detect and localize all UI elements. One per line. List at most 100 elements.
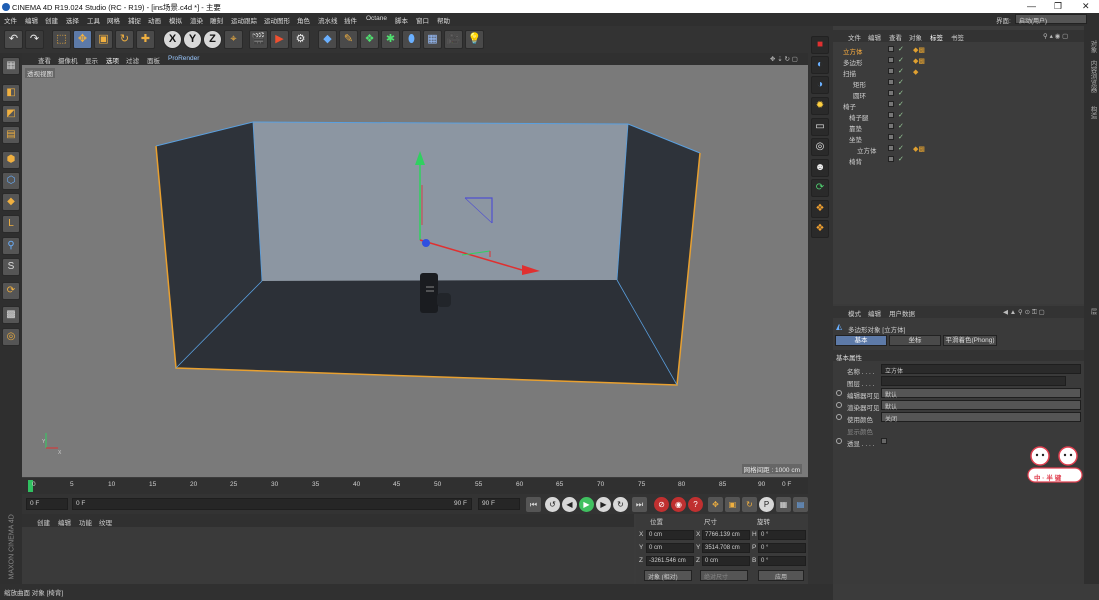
menu-sculpt[interactable]: 雕刻 <box>210 15 223 25</box>
tab-basic[interactable]: 基本 <box>835 335 887 346</box>
timeline-ruler[interactable]: 0 5 10 15 20 25 30 35 40 45 50 55 60 65 … <box>22 478 808 494</box>
menu-simulate[interactable]: 模拟 <box>169 15 182 25</box>
menu-create[interactable]: 创建 <box>45 15 58 25</box>
visibility-check-icon[interactable]: ✓ <box>898 144 904 152</box>
visibility-check-icon[interactable]: ✓ <box>898 155 904 163</box>
side-tab-objects[interactable]: 对象 <box>1087 40 1097 53</box>
cubes-alt-icon[interactable]: ❖ <box>811 220 829 238</box>
pen-spline-icon[interactable]: ✎ <box>339 30 358 49</box>
vp-menu-panel[interactable]: 面板 <box>147 55 160 65</box>
material-preview-icon[interactable]: ▭ <box>811 118 829 136</box>
tab-phong[interactable]: 平滑着色(Phong) <box>943 335 997 346</box>
object-layer-icon[interactable] <box>888 68 894 74</box>
sun-light-icon[interactable]: ✹ <box>811 97 829 115</box>
minimize-button[interactable]: — <box>1027 1 1036 11</box>
key-scale-icon[interactable]: ▣ <box>725 497 740 512</box>
side-tab-layers[interactable]: 层 <box>1087 308 1097 315</box>
menu-animate[interactable]: 动画 <box>148 15 161 25</box>
menu-character[interactable]: 角色 <box>297 15 310 25</box>
object-layer-icon[interactable] <box>888 90 894 96</box>
camera-icon[interactable]: 🎥 <box>444 30 463 49</box>
cubes-icon[interactable]: ❖ <box>811 200 829 218</box>
menu-mesh[interactable]: 网格 <box>107 15 120 25</box>
size-y-field[interactable]: 3514.708 cm <box>702 543 750 553</box>
menu-select[interactable]: 选择 <box>66 15 79 25</box>
size-z-field[interactable]: 0 cm <box>702 556 750 566</box>
deformer-icon[interactable]: ⬮ <box>402 30 421 49</box>
render-visible-select[interactable]: 默认 <box>881 400 1081 411</box>
timeline-window-icon[interactable]: ▤ <box>793 497 808 512</box>
menu-window[interactable]: 窗口 <box>416 15 429 25</box>
visibility-check-icon[interactable]: ✓ <box>898 45 904 53</box>
object-row[interactable]: 矩形 ✓ <box>833 78 1084 89</box>
interface-select[interactable]: 启动(用户) <box>1015 14 1087 25</box>
prev-key-icon[interactable]: ↺ <box>545 497 560 512</box>
mat-menu-create[interactable]: 创建 <box>37 517 50 527</box>
size-x-field[interactable]: 7766.139 cm <box>702 530 750 540</box>
rot-b-field[interactable]: 0 ° <box>758 556 806 566</box>
vp-menu-prorender[interactable]: ProRender <box>168 55 199 62</box>
object-row[interactable]: 坐垫 ✓ <box>833 133 1084 144</box>
visibility-check-icon[interactable]: ✓ <box>898 133 904 141</box>
array-icon[interactable]: ✱ <box>381 30 400 49</box>
coord-mode-select[interactable]: 对象 (相对) <box>644 570 692 581</box>
viewport[interactable]: Y X 透视视图 网格间距 : 1000 cm <box>22 65 808 477</box>
next-frame-icon[interactable]: ▶ <box>596 497 611 512</box>
cube-primitive-icon[interactable]: ◆ <box>318 30 337 49</box>
object-row[interactable]: 椅子腿 ✓ <box>833 111 1084 122</box>
animate-radio-icon[interactable] <box>836 438 842 444</box>
lock-workplane-icon[interactable]: ⟳ <box>2 282 20 300</box>
visibility-check-icon[interactable]: ✓ <box>898 89 904 97</box>
points-mode-icon[interactable]: ⬢ <box>2 151 20 169</box>
mat-menu-function[interactable]: 功能 <box>79 517 92 527</box>
material-tag-icon[interactable]: ◆▩ <box>913 145 925 153</box>
grid-icon[interactable]: ▩ <box>2 306 20 324</box>
obj-menu-tags[interactable]: 标签 <box>930 32 943 42</box>
object-row[interactable]: 靠垫 ✓ <box>833 122 1084 133</box>
object-layer-icon[interactable] <box>888 57 894 63</box>
tab-coordinates[interactable]: 坐标 <box>889 335 941 346</box>
workplane-icon[interactable]: ▤ <box>2 126 20 144</box>
object-row[interactable]: 椅子 ✓ <box>833 100 1084 111</box>
mat-menu-edit[interactable]: 编辑 <box>58 517 71 527</box>
side-tab-structure[interactable]: 构造 <box>1087 106 1097 119</box>
solo-icon[interactable]: ◎ <box>2 328 20 346</box>
goto-start-icon[interactable]: ⏮ <box>526 497 541 512</box>
play-icon[interactable]: ▶ <box>579 497 594 512</box>
key-rotation-icon[interactable]: ↻ <box>742 497 757 512</box>
vp-menu-camera[interactable]: 摄像机 <box>58 55 78 65</box>
animate-radio-icon[interactable] <box>836 402 842 408</box>
texture-mode-icon[interactable]: ◩ <box>2 105 20 123</box>
vp-menu-view[interactable]: 查看 <box>38 55 51 65</box>
next-key-icon[interactable]: ↻ <box>613 497 628 512</box>
key-pla-icon[interactable]: ▦ <box>776 497 791 512</box>
display-lines-icon[interactable]: ◑ <box>811 76 829 94</box>
render-picture-viewer-icon[interactable]: ▶ <box>270 30 289 49</box>
goto-end-icon[interactable]: ⏭ <box>632 497 647 512</box>
object-layer-icon[interactable] <box>888 123 894 129</box>
visibility-check-icon[interactable]: ✓ <box>898 78 904 86</box>
make-editable-icon[interactable]: ▦ <box>2 57 20 75</box>
edges-mode-icon[interactable]: ⬡ <box>2 172 20 190</box>
scale-icon[interactable]: ▣ <box>94 30 113 49</box>
menu-motion-tracking[interactable]: 运动跟踪 <box>231 15 257 25</box>
recent-tools-icon[interactable]: ✚ <box>136 30 155 49</box>
menu-plugins[interactable]: 插件 <box>344 15 357 25</box>
menu-help[interactable]: 帮助 <box>437 15 450 25</box>
object-row[interactable]: 椅背 ✓ <box>833 155 1084 166</box>
object-row[interactable]: 圆环 ✓ <box>833 89 1084 100</box>
subdivision-icon[interactable]: ❖ <box>360 30 379 49</box>
snap-icon[interactable]: S <box>2 258 20 276</box>
attr-menu-edit[interactable]: 编辑 <box>868 308 881 318</box>
render-settings-icon[interactable]: ⚙ <box>291 30 310 49</box>
menu-mograph[interactable]: 运动图形 <box>264 15 290 25</box>
visibility-check-icon[interactable]: ✓ <box>898 111 904 119</box>
menu-pipeline[interactable]: 流水线 <box>318 15 338 25</box>
object-row[interactable]: 立方体 ✓ ◆▩ <box>833 45 1084 56</box>
user-icon[interactable]: ☻ <box>811 159 829 177</box>
maximize-button[interactable]: ❐ <box>1054 1 1062 12</box>
obj-menu-object[interactable]: 对象 <box>909 32 922 42</box>
vp-menu-options[interactable]: 选项 <box>106 55 119 65</box>
apply-button[interactable]: 应用 <box>758 570 804 581</box>
end-frame-field[interactable]: 90 F <box>478 498 520 510</box>
